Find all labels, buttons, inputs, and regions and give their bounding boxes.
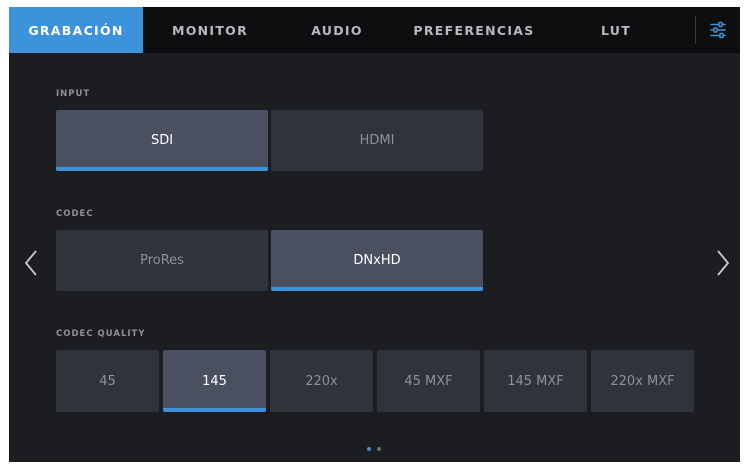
tab-grabacion[interactable]: GRABACIÓN [9,7,143,53]
input-option-sdi[interactable]: SDI [56,110,268,171]
page-dot-2[interactable] [377,447,381,451]
settings-button[interactable] [696,7,740,53]
page-dot-1[interactable] [367,447,371,451]
codec-label: CODEC [56,209,94,219]
codec-option-dnxhd[interactable]: DNxHD [271,230,483,291]
chevron-right-icon [717,250,729,276]
codec-quality-selector: 45 145 220x 45 MXF 145 MXF 220x MXF [56,350,694,412]
page-indicator [367,447,381,451]
settings-screen: GRABACIÓN MONITOR AUDIO PREFERENCIAS LUT… [9,7,740,462]
quality-option-145-mxf[interactable]: 145 MXF [484,350,587,412]
codec-quality-label: CODEC QUALITY [56,329,146,339]
quality-option-45[interactable]: 45 [56,350,159,412]
quality-option-45-mxf[interactable]: 45 MXF [377,350,480,412]
input-selector: SDI HDMI [56,110,483,171]
codec-option-prores[interactable]: ProRes [56,230,268,291]
input-label: INPUT [56,89,91,99]
chevron-left-icon [25,250,37,276]
input-option-hdmi[interactable]: HDMI [271,110,483,171]
tab-bar: GRABACIÓN MONITOR AUDIO PREFERENCIAS LUT [9,7,740,53]
codec-selector: ProRes DNxHD [56,230,483,291]
tab-preferencias[interactable]: PREFERENCIAS [397,7,551,53]
sliders-icon [710,21,726,39]
quality-option-220x-mxf[interactable]: 220x MXF [591,350,694,412]
previous-page-button[interactable] [19,243,43,283]
tab-lut[interactable]: LUT [551,7,681,53]
quality-option-220x[interactable]: 220x [270,350,373,412]
next-page-button[interactable] [711,243,735,283]
tab-monitor[interactable]: MONITOR [143,7,277,53]
quality-option-145[interactable]: 145 [163,350,266,412]
tab-audio[interactable]: AUDIO [277,7,397,53]
